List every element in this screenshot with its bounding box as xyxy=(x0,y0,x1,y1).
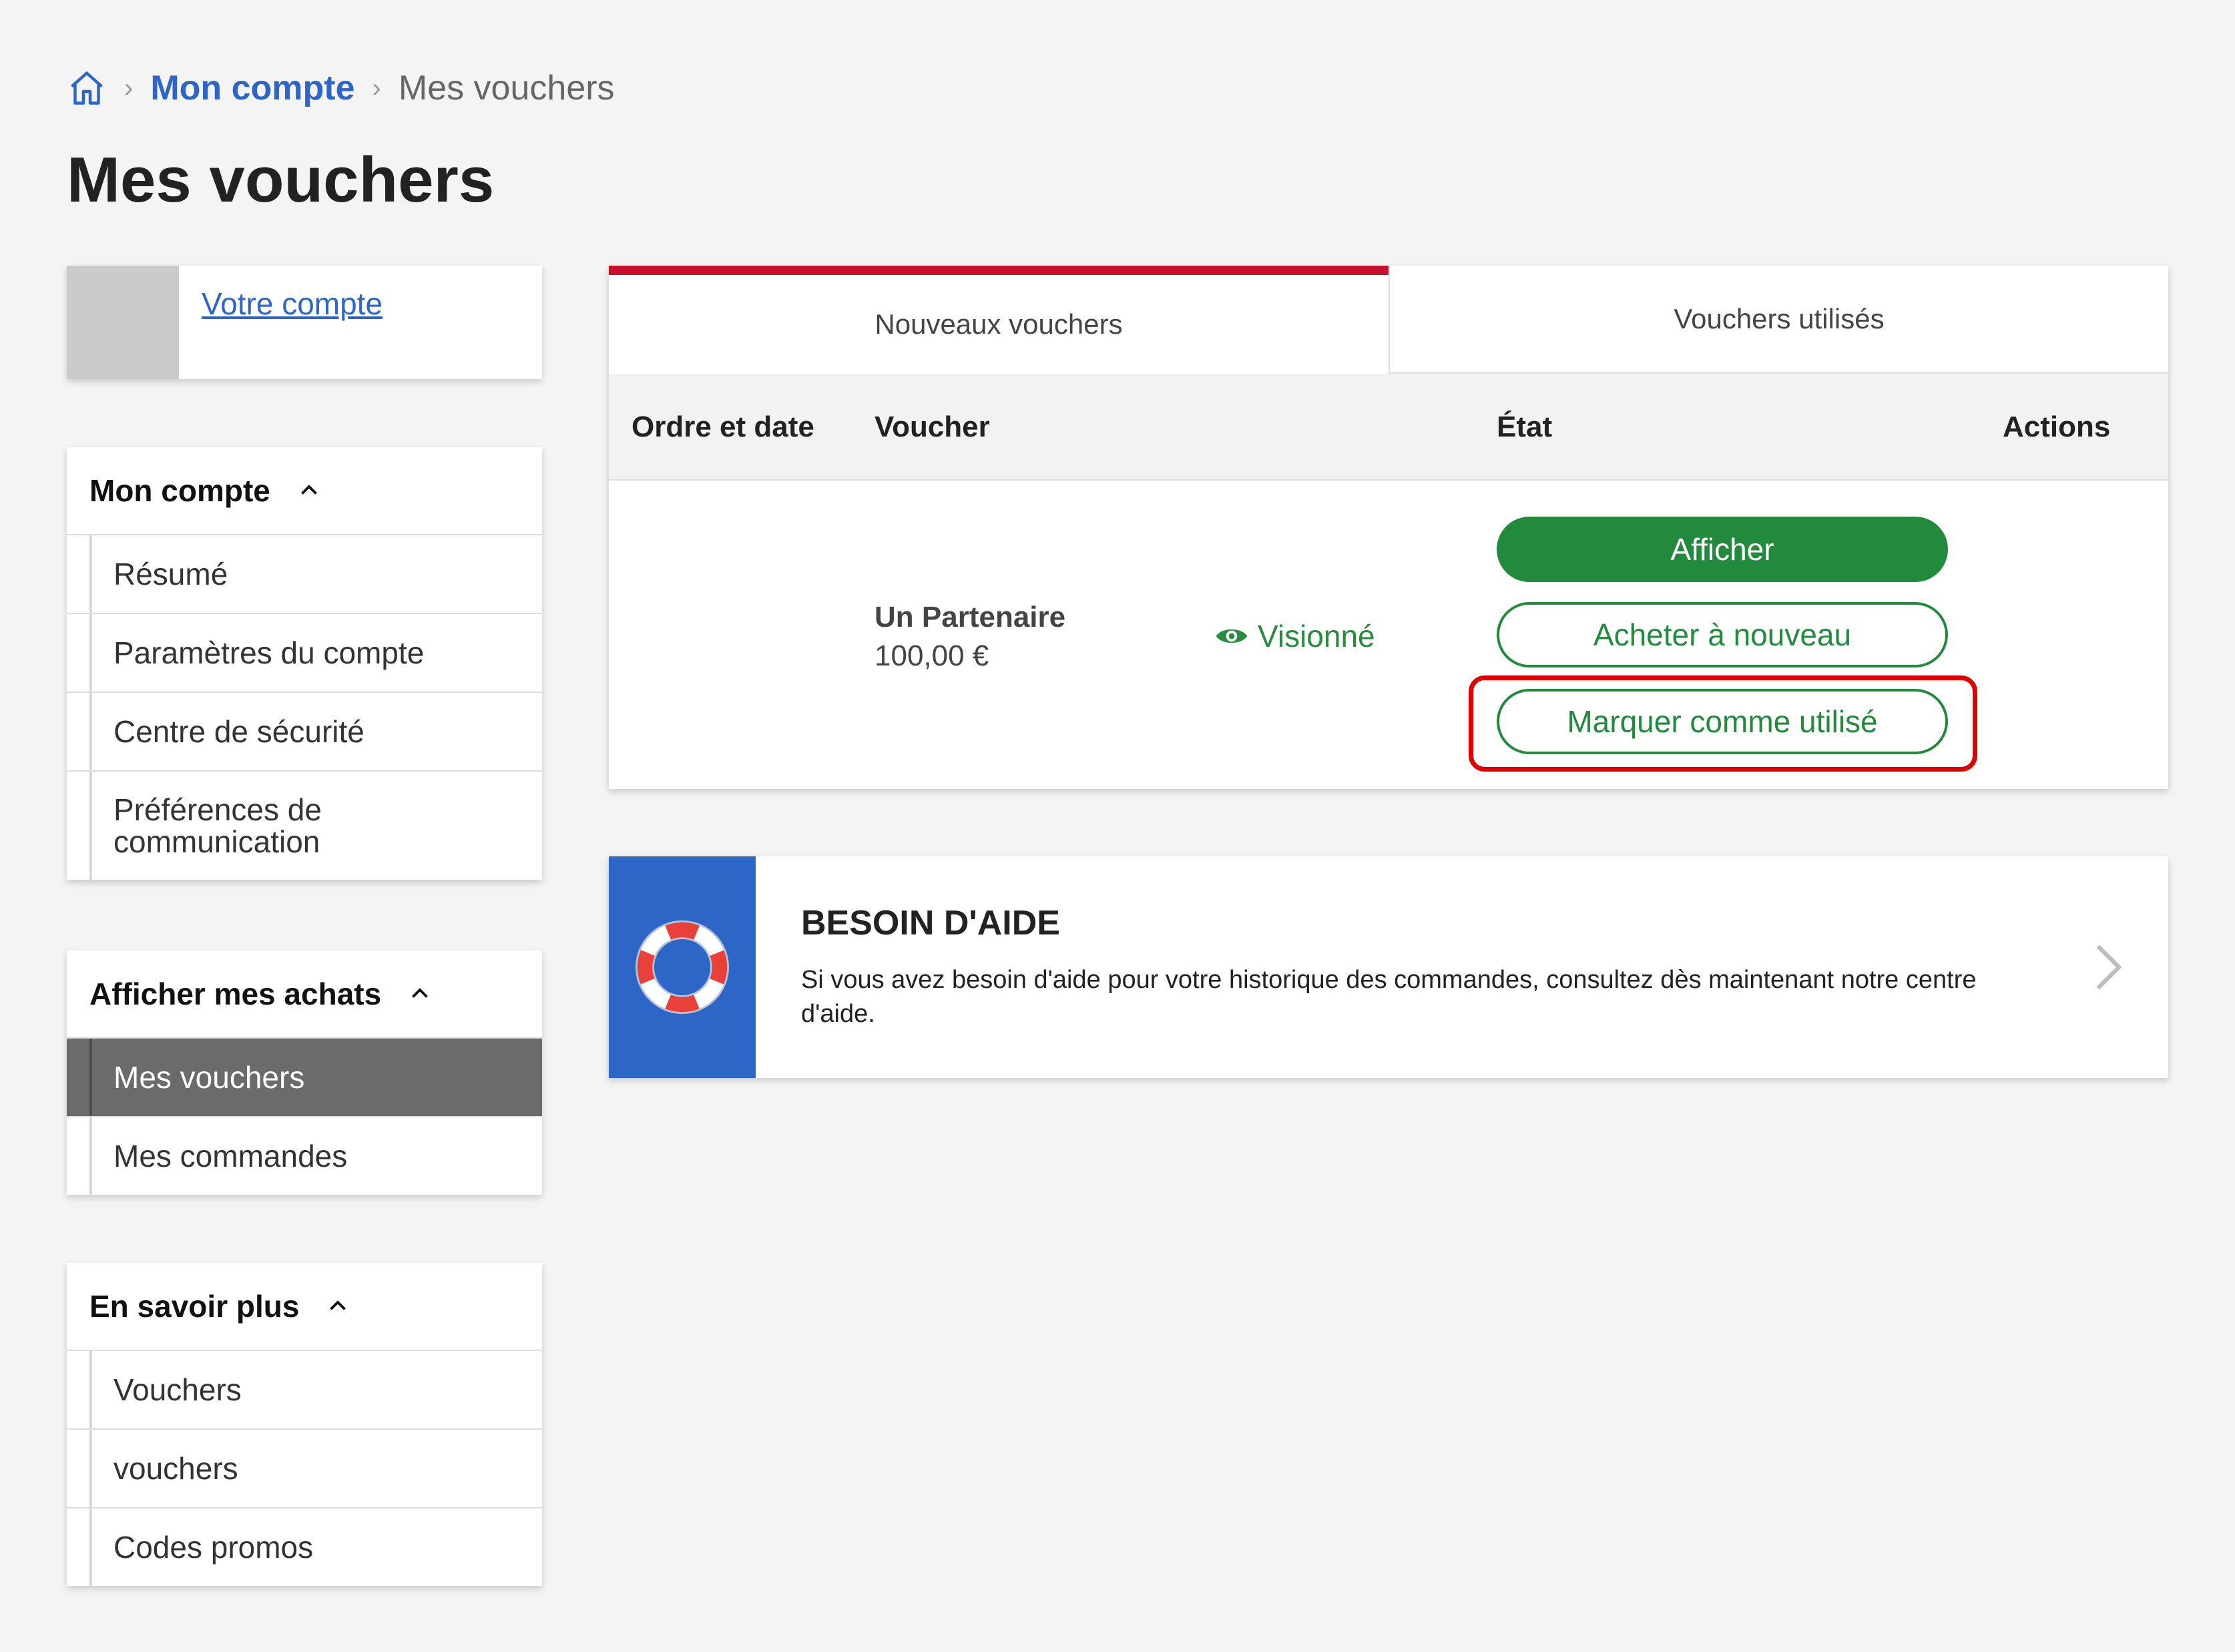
breadcrumb-current: Mes vouchers xyxy=(398,69,615,107)
buy-again-button[interactable]: Acheter à nouveau xyxy=(1497,602,1948,667)
menu-learn-more: En savoir plus Vouchers vouchers Codes p… xyxy=(67,1263,542,1586)
sidebar-item-promo-codes[interactable]: Codes promos xyxy=(67,1508,542,1586)
lifebuoy-icon xyxy=(636,920,729,1014)
column-header-status: État xyxy=(1497,410,1553,443)
chevron-right-icon[interactable] xyxy=(2084,940,2131,994)
menu-mon-compte: Mon compte Résumé Paramètres du compte C… xyxy=(67,447,542,880)
breadcrumb-link-account[interactable]: Mon compte xyxy=(150,68,354,108)
menu-header-label: Mon compte xyxy=(89,473,270,508)
account-link[interactable]: Votre compte xyxy=(202,286,383,322)
view-voucher-button[interactable]: Afficher xyxy=(1497,517,1948,582)
eye-icon xyxy=(1215,625,1248,647)
column-header-order-date: Ordre et date xyxy=(632,410,814,443)
chevron-up-icon xyxy=(326,1294,350,1318)
voucher-status-label: Visionné xyxy=(1258,619,1375,653)
help-text: Si vous avez besoin d'aide pour votre hi… xyxy=(801,966,1977,1029)
sidebar-item-security-center[interactable]: Centre de sécurité xyxy=(67,693,542,772)
menu-header-learn-more[interactable]: En savoir plus xyxy=(67,1263,542,1351)
sidebar-item-my-vouchers[interactable]: Mes vouchers xyxy=(67,1039,542,1117)
chevron-right-icon: › xyxy=(372,73,381,103)
menu-header-mon-compte[interactable]: Mon compte xyxy=(67,447,542,535)
tabs: Nouveaux vouchers Vouchers utilisés xyxy=(609,266,2168,374)
avatar xyxy=(67,266,179,379)
column-header-actions: Actions xyxy=(2003,410,2111,443)
help-title: BESOIN D'AIDE xyxy=(801,904,1060,942)
menu-list: Résumé Paramètres du compte Centre de sé… xyxy=(67,535,542,880)
sidebar-item-my-orders[interactable]: Mes commandes xyxy=(67,1117,542,1195)
help-card[interactable]: BESOIN D'AIDE Si vous avez besoin d'aide… xyxy=(609,856,2168,1078)
page-title: Mes vouchers xyxy=(67,144,495,216)
account-card: Votre compte xyxy=(67,266,542,379)
sidebar-item-communication-prefs[interactable]: Préférences de communication xyxy=(67,772,542,880)
chevron-up-icon xyxy=(297,479,321,503)
chevron-right-icon: › xyxy=(124,73,134,103)
voucher-amount: 100,00 € xyxy=(875,639,989,672)
sidebar-item-account-settings[interactable]: Paramètres du compte xyxy=(67,614,542,693)
menu-header-label: Afficher mes achats xyxy=(89,977,382,1011)
tab-new-vouchers[interactable]: Nouveaux vouchers xyxy=(609,266,1389,374)
voucher-partner-name: Un Partenaire xyxy=(875,601,1066,633)
voucher-status: Visionné xyxy=(1215,618,1375,654)
menu-header-purchases[interactable]: Afficher mes achats xyxy=(67,950,542,1039)
table-header: Ordre et date Voucher État Actions xyxy=(609,374,2168,481)
sidebar-item-vouchers[interactable]: Vouchers xyxy=(67,1351,542,1430)
tab-used-vouchers[interactable]: Vouchers utilisés xyxy=(1389,266,2168,374)
menu-list: Mes vouchers Mes commandes xyxy=(67,1039,542,1195)
home-icon[interactable] xyxy=(67,68,107,108)
help-icon-panel xyxy=(609,856,756,1078)
page: › Mon compte › Mes vouchers Mes vouchers… xyxy=(0,0,2235,1652)
mark-as-used-button[interactable]: Marquer comme utilisé xyxy=(1497,689,1948,754)
sidebar-item-vouchers-lower[interactable]: vouchers xyxy=(67,1430,542,1508)
menu-header-label: En savoir plus xyxy=(89,1289,300,1324)
sidebar-item-resume[interactable]: Résumé xyxy=(67,535,542,614)
column-header-voucher: Voucher xyxy=(875,410,990,443)
menu-list: Vouchers vouchers Codes promos xyxy=(67,1351,542,1586)
chevron-up-icon xyxy=(408,982,432,1006)
breadcrumb: › Mon compte › Mes vouchers xyxy=(67,67,615,109)
menu-purchases: Afficher mes achats Mes vouchers Mes com… xyxy=(67,950,542,1195)
